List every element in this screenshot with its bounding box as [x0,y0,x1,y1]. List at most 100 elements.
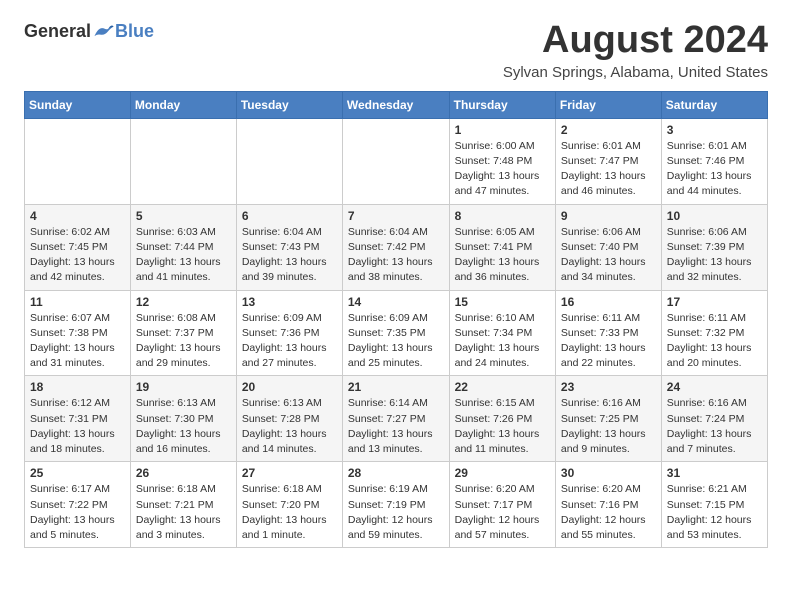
calendar-cell: 3 Sunrise: 6:01 AMSunset: 7:46 PMDaylight… [661,118,767,204]
logo-general-text: General [24,21,91,42]
calendar-cell: 19 Sunrise: 6:13 AMSunset: 7:30 PMDayligh… [130,376,236,462]
calendar-cell: 22 Sunrise: 6:15 AMSunset: 7:26 PMDayligh… [449,376,555,462]
day-info: Sunrise: 6:15 AMSunset: 7:26 PMDaylight:… [455,396,550,457]
day-number: 19 [136,380,231,394]
column-header-tuesday: Tuesday [236,91,342,118]
day-number: 27 [242,466,337,480]
calendar-cell: 27 Sunrise: 6:18 AMSunset: 7:20 PMDayligh… [236,462,342,548]
calendar-cell: 25 Sunrise: 6:17 AMSunset: 7:22 PMDayligh… [25,462,131,548]
day-number: 17 [667,295,762,309]
header: General Blue August 2024 Sylvan Springs,… [24,20,768,81]
location-subtitle: Sylvan Springs, Alabama, United States [503,64,768,81]
calendar-cell [342,118,449,204]
day-number: 22 [455,380,550,394]
day-info: Sunrise: 6:14 AMSunset: 7:27 PMDaylight:… [348,396,444,457]
day-number: 7 [348,209,444,223]
title-area: August 2024 Sylvan Springs, Alabama, Uni… [503,20,768,81]
day-number: 5 [136,209,231,223]
calendar-cell: 23 Sunrise: 6:16 AMSunset: 7:25 PMDayligh… [555,376,661,462]
calendar-cell [25,118,131,204]
day-info: Sunrise: 6:19 AMSunset: 7:19 PMDaylight:… [348,482,444,543]
calendar-cell: 26Sunrise: 6:18 AMSunset: 7:21 PMDayligh… [130,462,236,548]
day-number: 21 [348,380,444,394]
day-info: Sunrise: 6:12 AMSunset: 7:31 PMDaylight:… [30,396,125,457]
day-number: 11 [30,295,125,309]
calendar-cell: 1Sunrise: 6:00 AMSunset: 7:48 PMDaylight… [449,118,555,204]
day-number: 25 [30,466,125,480]
day-number: 10 [667,209,762,223]
day-info: Sunrise: 6:05 AMSunset: 7:41 PMDaylight:… [455,225,550,286]
calendar-week-2: 4Sunrise: 6:02 AMSunset: 7:45 PMDaylight… [25,204,768,290]
calendar-week-5: 25 Sunrise: 6:17 AMSunset: 7:22 PMDayligh… [25,462,768,548]
day-info: Sunrise: 6:06 AMSunset: 7:40 PMDaylight:… [561,225,656,286]
calendar-cell: 31 Sunrise: 6:21 AMSunset: 7:15 PMDayligh… [661,462,767,548]
day-number: 30 [561,466,656,480]
day-number: 8 [455,209,550,223]
day-info: Sunrise: 6:09 AMSunset: 7:35 PMDaylight:… [348,311,444,372]
day-number: 31 [667,466,762,480]
calendar-cell: 13Sunrise: 6:09 AMSunset: 7:36 PMDayligh… [236,290,342,376]
calendar-week-1: 1Sunrise: 6:00 AMSunset: 7:48 PMDaylight… [25,118,768,204]
column-header-wednesday: Wednesday [342,91,449,118]
day-number: 3 [667,123,762,137]
calendar-cell: 29 Sunrise: 6:20 AMSunset: 7:17 PMDayligh… [449,462,555,548]
column-header-thursday: Thursday [449,91,555,118]
month-title: August 2024 [503,20,768,62]
logo-blue-text: Blue [115,21,154,42]
calendar-cell: 21 Sunrise: 6:14 AMSunset: 7:27 PMDayligh… [342,376,449,462]
day-number: 15 [455,295,550,309]
calendar-cell: 4Sunrise: 6:02 AMSunset: 7:45 PMDaylight… [25,204,131,290]
day-number: 1 [455,123,550,137]
day-info: Sunrise: 6:11 AMSunset: 7:32 PMDaylight:… [667,311,762,372]
day-info: Sunrise: 6:16 AMSunset: 7:25 PMDaylight:… [561,396,656,457]
calendar-cell: 12 Sunrise: 6:08 AMSunset: 7:37 PMDayligh… [130,290,236,376]
calendar-cell: 16 Sunrise: 6:11 AMSunset: 7:33 PMDayligh… [555,290,661,376]
calendar-cell: 5 Sunrise: 6:03 AMSunset: 7:44 PMDaylight… [130,204,236,290]
day-info: Sunrise: 6:02 AMSunset: 7:45 PMDaylight:… [30,225,125,286]
day-info: Sunrise: 6:07 AMSunset: 7:38 PMDaylight:… [30,311,125,372]
calendar-cell: 11 Sunrise: 6:07 AMSunset: 7:38 PMDayligh… [25,290,131,376]
column-header-friday: Friday [555,91,661,118]
calendar-table: SundayMondayTuesdayWednesdayThursdayFrid… [24,91,768,548]
day-info: Sunrise: 6:06 AMSunset: 7:39 PMDaylight:… [667,225,762,286]
day-number: 29 [455,466,550,480]
calendar-cell [236,118,342,204]
day-info: Sunrise: 6:18 AMSunset: 7:21 PMDaylight:… [136,482,231,543]
calendar-cell: 10 Sunrise: 6:06 AMSunset: 7:39 PMDayligh… [661,204,767,290]
day-number: 16 [561,295,656,309]
logo: General Blue [24,20,154,42]
calendar-cell: 9 Sunrise: 6:06 AMSunset: 7:40 PMDaylight… [555,204,661,290]
day-info: Sunrise: 6:11 AMSunset: 7:33 PMDaylight:… [561,311,656,372]
day-info: Sunrise: 6:08 AMSunset: 7:37 PMDaylight:… [136,311,231,372]
calendar-cell: 28Sunrise: 6:19 AMSunset: 7:19 PMDayligh… [342,462,449,548]
day-number: 24 [667,380,762,394]
calendar-cell: 18Sunrise: 6:12 AMSunset: 7:31 PMDayligh… [25,376,131,462]
day-info: Sunrise: 6:09 AMSunset: 7:36 PMDaylight:… [242,311,337,372]
day-info: Sunrise: 6:01 AMSunset: 7:46 PMDaylight:… [667,139,762,200]
day-info: Sunrise: 6:18 AMSunset: 7:20 PMDaylight:… [242,482,337,543]
day-info: Sunrise: 6:20 AMSunset: 7:16 PMDaylight:… [561,482,656,543]
calendar-cell: 2 Sunrise: 6:01 AMSunset: 7:47 PMDaylight… [555,118,661,204]
day-number: 9 [561,209,656,223]
calendar-cell: 8 Sunrise: 6:05 AMSunset: 7:41 PMDaylight… [449,204,555,290]
calendar-cell: 24Sunrise: 6:16 AMSunset: 7:24 PMDayligh… [661,376,767,462]
calendar-cell: 17 Sunrise: 6:11 AMSunset: 7:32 PMDayligh… [661,290,767,376]
day-number: 12 [136,295,231,309]
day-info: Sunrise: 6:13 AMSunset: 7:30 PMDaylight:… [136,396,231,457]
day-info: Sunrise: 6:21 AMSunset: 7:15 PMDaylight:… [667,482,762,543]
day-info: Sunrise: 6:17 AMSunset: 7:22 PMDaylight:… [30,482,125,543]
day-info: Sunrise: 6:20 AMSunset: 7:17 PMDaylight:… [455,482,550,543]
day-number: 6 [242,209,337,223]
day-info: Sunrise: 6:03 AMSunset: 7:44 PMDaylight:… [136,225,231,286]
column-header-saturday: Saturday [661,91,767,118]
day-number: 2 [561,123,656,137]
day-number: 23 [561,380,656,394]
day-info: Sunrise: 6:10 AMSunset: 7:34 PMDaylight:… [455,311,550,372]
day-info: Sunrise: 6:01 AMSunset: 7:47 PMDaylight:… [561,139,656,200]
calendar-week-4: 18Sunrise: 6:12 AMSunset: 7:31 PMDayligh… [25,376,768,462]
calendar-cell: 6 Sunrise: 6:04 AMSunset: 7:43 PMDaylight… [236,204,342,290]
logo-bird-icon [93,20,115,42]
day-info: Sunrise: 6:04 AMSunset: 7:43 PMDaylight:… [242,225,337,286]
calendar-body: 1Sunrise: 6:00 AMSunset: 7:48 PMDaylight… [25,118,768,547]
day-info: Sunrise: 6:04 AMSunset: 7:42 PMDaylight:… [348,225,444,286]
